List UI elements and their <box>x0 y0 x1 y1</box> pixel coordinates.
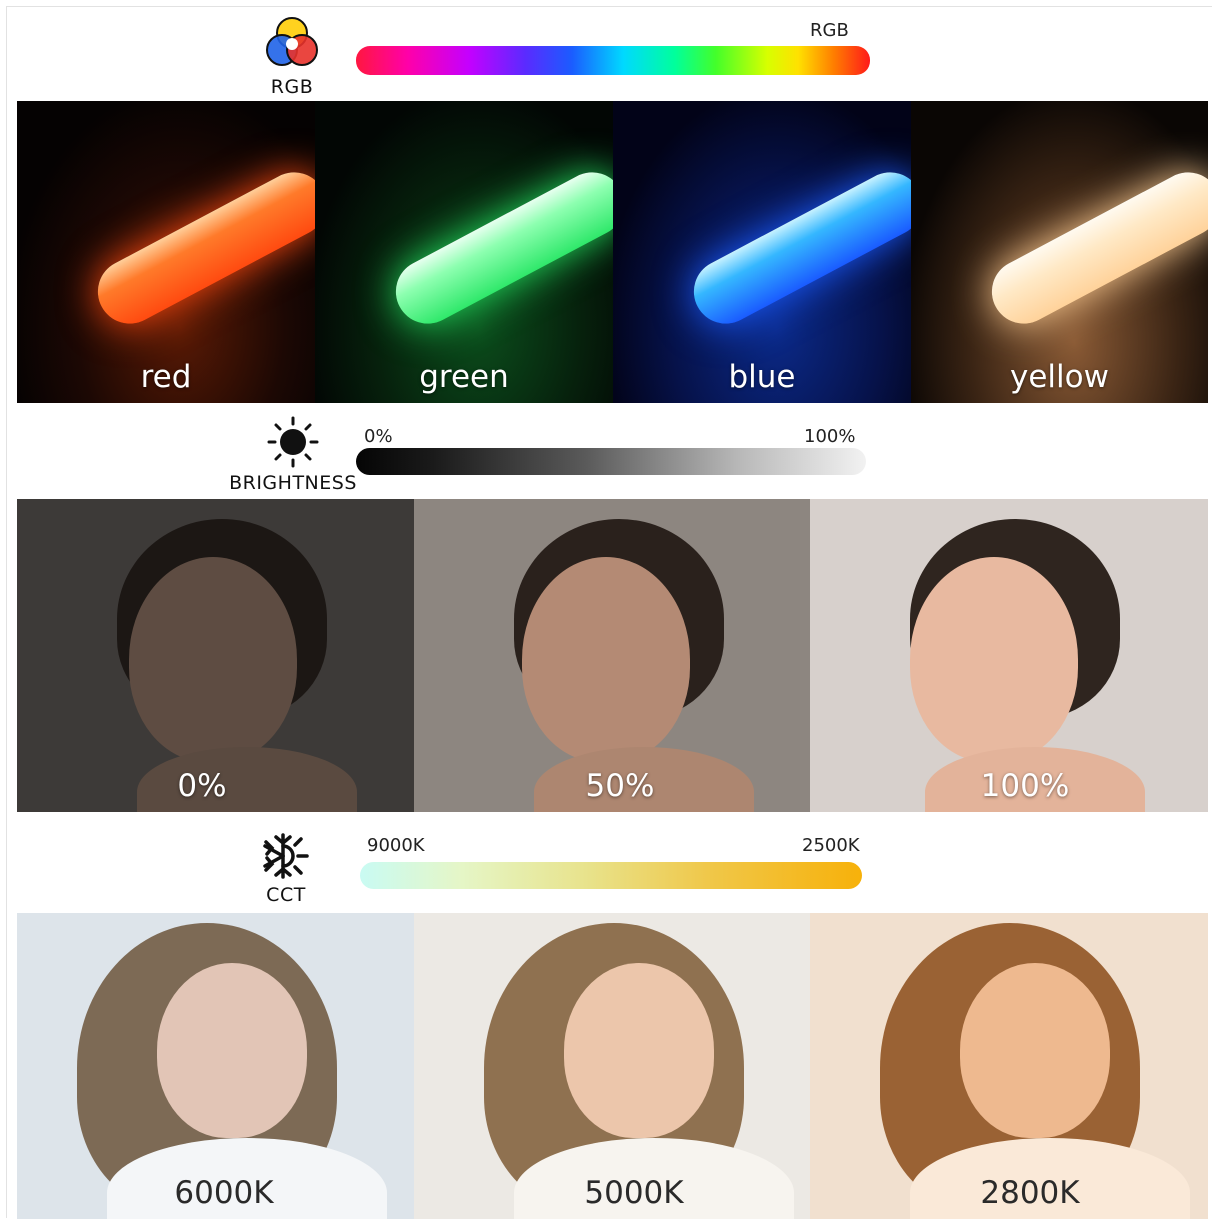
panel-caption: 2800K <box>980 1175 1080 1211</box>
panel-caption: 0% <box>177 768 227 804</box>
panel-caption: green <box>419 359 509 395</box>
cct-panel-5000k: 5000K <box>414 913 810 1219</box>
face-shape <box>564 963 714 1138</box>
brightness-gradient-bar <box>356 448 866 475</box>
light-tube <box>980 161 1208 335</box>
light-tube <box>86 161 315 335</box>
brightness-panel-0: 0% <box>17 499 414 812</box>
panel-caption: 50% <box>585 768 655 804</box>
rgb-panel-red: red <box>17 101 315 403</box>
cct-icon-block: CCT <box>250 832 322 906</box>
cct-panel-2800k: 2800K <box>810 913 1208 1219</box>
brightness-min-label: 0% <box>364 426 393 447</box>
sun-icon <box>267 416 319 468</box>
cct-max-label: 2500K <box>802 835 860 856</box>
rgb-circles-icon <box>266 17 318 66</box>
face-shape <box>129 557 297 762</box>
panel-caption: 5000K <box>584 1175 684 1211</box>
light-tube <box>682 161 911 335</box>
panel-caption: 100% <box>980 768 1070 804</box>
face-shape <box>522 557 690 762</box>
panel-caption: yellow <box>1010 359 1109 395</box>
face-shape <box>960 963 1110 1138</box>
rgb-icon-caption: RGB <box>270 76 314 98</box>
face-shape <box>910 557 1078 762</box>
rgb-bar-label: RGB <box>810 20 849 41</box>
brightness-icon-block: BRIGHTNESS <box>228 416 358 494</box>
brightness-icon-caption: BRIGHTNESS <box>229 472 357 494</box>
cct-min-label: 9000K <box>367 835 425 856</box>
brightness-panel-50: 50% <box>414 499 810 812</box>
brightness-max-label: 100% <box>804 426 856 447</box>
panel-caption: blue <box>728 359 796 395</box>
cct-panel-6000k: 6000K <box>17 913 414 1219</box>
rgb-icon-block: RGB <box>256 14 328 98</box>
rgb-gradient-bar <box>356 46 870 75</box>
face-shape <box>157 963 307 1138</box>
cct-icon-caption: CCT <box>266 884 306 906</box>
panel-caption: 6000K <box>174 1175 274 1211</box>
panel-caption: red <box>140 359 192 395</box>
cct-gradient-bar <box>360 862 862 889</box>
rgb-panel-yellow: yellow <box>911 101 1208 403</box>
rgb-panel-green: green <box>315 101 613 403</box>
rgb-panel-blue: blue <box>613 101 911 403</box>
brightness-panel-100: 100% <box>810 499 1208 812</box>
snowflake-sun-icon <box>263 833 309 879</box>
light-tube <box>384 161 613 335</box>
